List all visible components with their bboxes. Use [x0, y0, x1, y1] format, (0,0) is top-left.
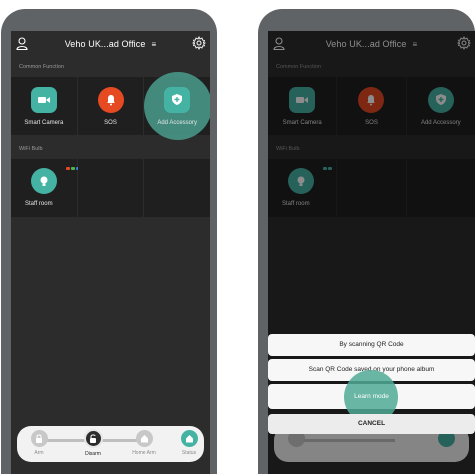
bulb-icon — [31, 168, 57, 194]
section-common-function: Common Function — [19, 64, 64, 70]
app-screen: Veho UK...ad Office ≡ Common Function Sma… — [268, 31, 475, 474]
section-wifi-bulb: WiFi Bulb — [19, 146, 43, 152]
phone-left: Veho UK...ad Office ≡ Common Function Sma… — [1, 9, 217, 474]
bottom-nav: Arm Disarm Home Arm Status — [17, 426, 204, 462]
camera-icon — [30, 86, 57, 113]
empty-tile — [144, 159, 210, 217]
phone-right: Veho UK...ad Office ≡ Common Function Sma… — [258, 9, 475, 474]
add-accessory-sheet: By scanning QR Code Scan QR Code saved o… — [268, 334, 475, 454]
empty-tile — [77, 159, 145, 217]
alarm-bell-icon — [97, 86, 124, 113]
lock-icon — [30, 430, 48, 447]
option-learn-mode[interactable]: Learn mode — [268, 370, 475, 424]
nav-home-arm[interactable]: Home Arm — [124, 430, 164, 456]
nav-label: Status — [181, 450, 197, 456]
nav-label: Disarm — [85, 451, 101, 457]
tile-label: SOS — [104, 119, 117, 126]
nav-label: Arm — [34, 450, 44, 456]
nav-disarm[interactable]: Disarm — [73, 429, 113, 457]
option-label: Learn mode — [354, 393, 389, 400]
nav-status[interactable]: Status — [169, 430, 209, 456]
top-bar: Veho UK...ad Office ≡ — [11, 31, 210, 57]
tile-label: Smart Camera — [24, 119, 64, 126]
shield-plus-icon — [164, 86, 191, 113]
gear-icon[interactable] — [192, 36, 206, 50]
unlock-icon — [83, 429, 103, 448]
tile-smart-camera[interactable]: Smart Camera — [11, 77, 78, 135]
title-text: Veho UK...ad Office — [64, 39, 146, 49]
page-title[interactable]: Veho UK...ad Office ≡ — [65, 39, 157, 49]
menu-icon[interactable]: ≡ — [152, 40, 157, 49]
option-scan-qr[interactable]: By scanning QR Code — [268, 334, 475, 356]
cancel-button[interactable]: CANCEL — [268, 414, 475, 434]
wifi-bulb-grid: Staff room — [11, 159, 210, 217]
tile-label: Add Accessory — [157, 119, 198, 126]
tile-staff-room[interactable]: Staff room — [11, 159, 80, 217]
app-screen: Veho UK...ad Office ≡ Common Function Sma… — [11, 31, 210, 474]
tile-add-accessory[interactable]: Add Accessory — [144, 72, 210, 140]
common-function-grid: Smart Camera SOS Add Accessory — [11, 72, 210, 140]
nav-arm[interactable]: Arm — [19, 430, 59, 456]
tile-sos[interactable]: SOS — [77, 77, 145, 135]
home-lock-icon — [135, 430, 153, 447]
status-home-icon — [180, 430, 198, 447]
user-icon[interactable] — [16, 37, 28, 50]
tile-label: Staff room — [25, 201, 53, 207]
nav-label: Home Arm — [132, 450, 156, 456]
